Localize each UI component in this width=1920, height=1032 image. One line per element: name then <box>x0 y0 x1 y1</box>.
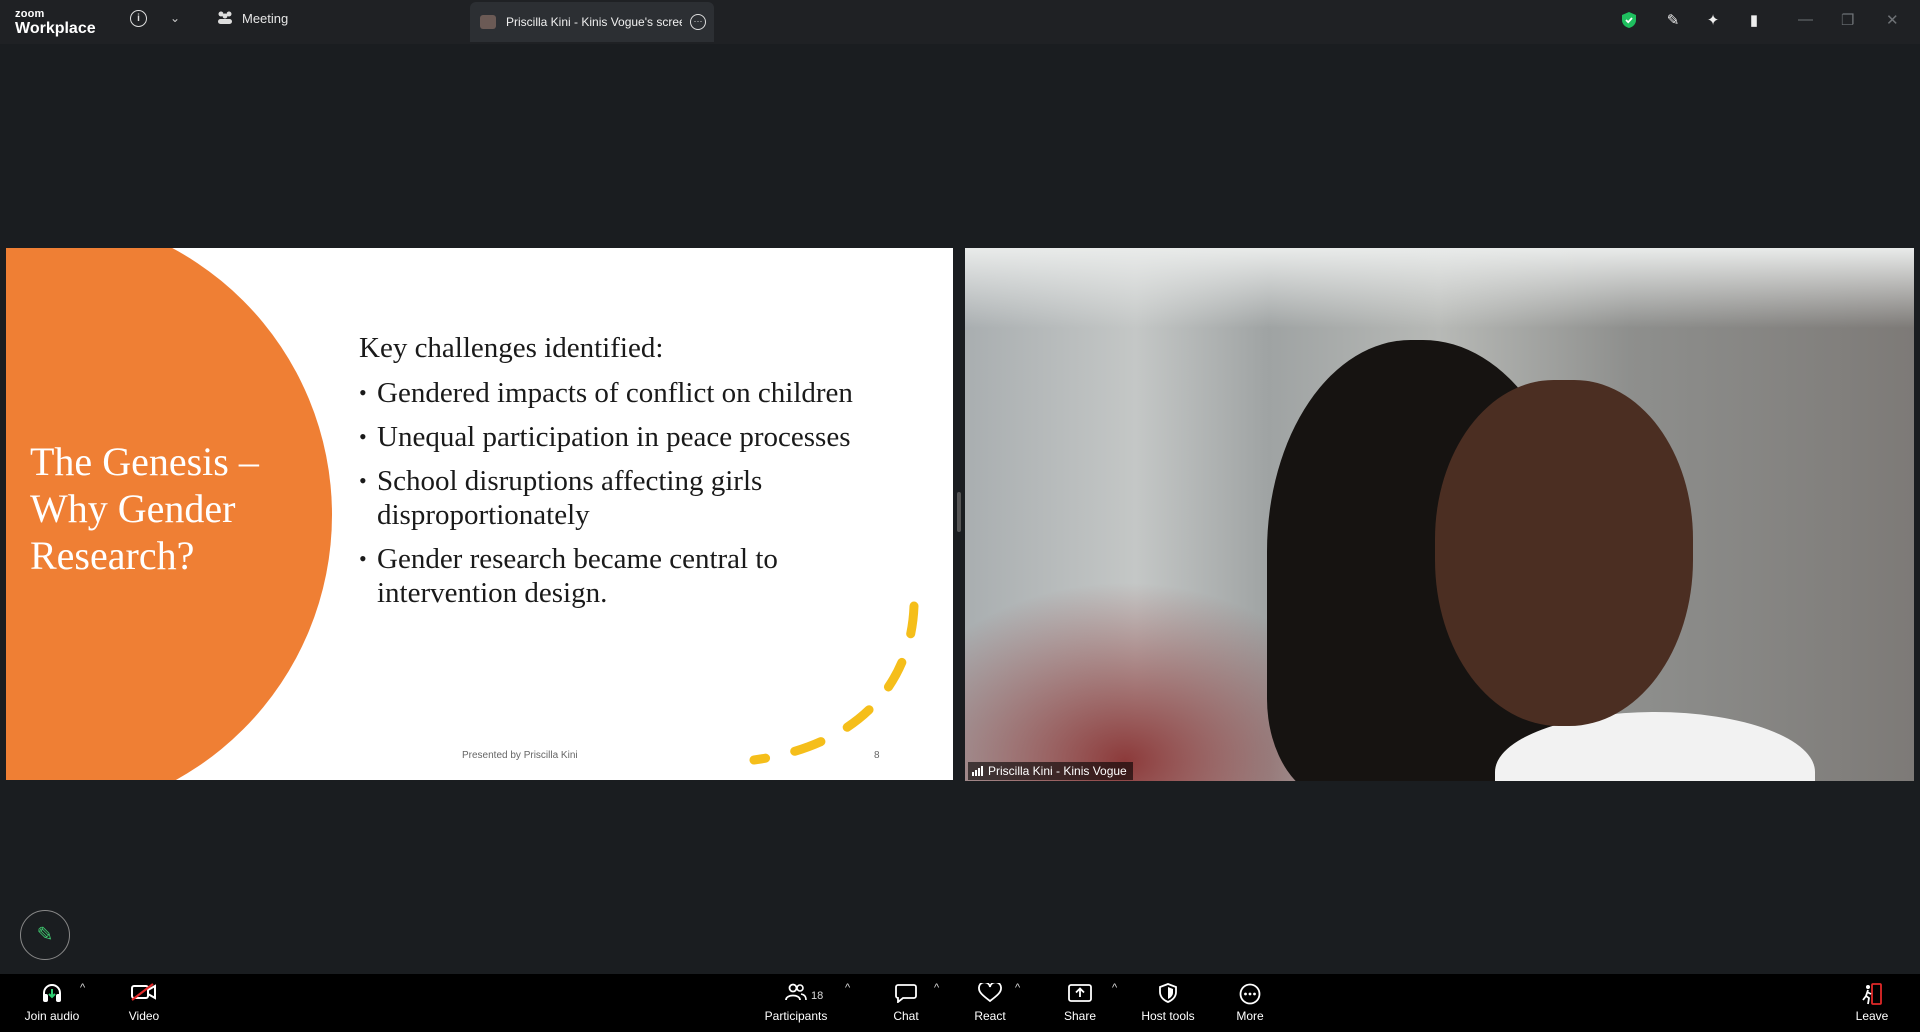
tab-meeting[interactable]: Meeting <box>216 10 288 27</box>
tab-meeting-label: Meeting <box>242 11 289 26</box>
leave-icon <box>1860 983 1884 1005</box>
participant-name: Priscilla Kini - Kinis Vogue <box>988 764 1127 778</box>
more-icon[interactable]: ··· <box>690 14 706 30</box>
chat-icon <box>895 983 917 1005</box>
share-icon <box>1068 983 1092 1005</box>
restore-icon[interactable]: ❐ <box>1841 11 1854 29</box>
zoom-workplace-logo: zoom Workplace <box>15 9 96 37</box>
participants-options-caret[interactable]: ^ <box>845 982 850 994</box>
video-off-icon <box>131 983 157 1005</box>
slide-bullet: Unequal participation in peace processes <box>359 420 919 454</box>
decorative-dashed-arc <box>749 601 919 765</box>
tab-screen-share[interactable]: Priscilla Kini - Kinis Vogue's screen ··… <box>470 2 714 42</box>
slide-bullet-list: Gendered impacts of conflict on children… <box>359 376 919 620</box>
meeting-toolbar: Join audio ^ Video 18 Participants ^ Cha… <box>0 974 1920 1032</box>
exit-icon[interactable]: ▮ <box>1744 11 1764 31</box>
logo-small-text: zoom <box>15 8 45 20</box>
leave-button[interactable]: Leave <box>1852 974 1892 1032</box>
join-audio-label: Join audio <box>24 1009 80 1023</box>
tab-share-label: Priscilla Kini - Kinis Vogue's screen <box>506 15 682 29</box>
more-circle-icon <box>1239 983 1261 1005</box>
meeting-icon <box>216 10 234 27</box>
participants-label: Participants <box>764 1009 828 1023</box>
video-label: Video <box>128 1009 160 1023</box>
close-icon[interactable]: ✕ <box>1886 11 1899 29</box>
pen-icon[interactable]: ✎ <box>1663 11 1683 31</box>
chat-options-caret[interactable]: ^ <box>934 982 939 994</box>
headphones-icon <box>41 983 63 1005</box>
join-audio-button[interactable]: Join audio <box>22 974 82 1032</box>
participants-count: 18 <box>811 990 824 1002</box>
react-label: React <box>974 1009 1006 1023</box>
participant-video-tile[interactable]: Priscilla Kini - Kinis Vogue <box>965 248 1914 781</box>
slide-footer: Presented by Priscilla Kini <box>462 750 578 761</box>
participants-button[interactable]: 18 Participants <box>764 974 828 1032</box>
video-button[interactable]: Video <box>124 974 164 1032</box>
host-tools-label: Host tools <box>1141 1009 1195 1023</box>
participant-name-tag: Priscilla Kini - Kinis Vogue <box>968 762 1133 780</box>
slide-heading: Key challenges identified: <box>359 332 664 364</box>
info-icon[interactable]: i <box>130 10 147 27</box>
participant-face <box>1435 380 1693 726</box>
title-bar: zoom Workplace i ⌄ Meeting Priscilla Kin… <box>0 0 1920 44</box>
participants-icon: 18 <box>785 983 823 1005</box>
minimize-icon[interactable]: — <box>1798 11 1813 28</box>
more-label: More <box>1236 1009 1264 1023</box>
signal-strength-icon <box>972 766 983 776</box>
share-button[interactable]: Share <box>1062 974 1098 1032</box>
slide-title: The Genesis – Why Gender Research? <box>30 439 259 578</box>
slide-bullet: Gendered impacts of conflict on children <box>359 376 919 410</box>
chat-label: Chat <box>893 1009 919 1023</box>
host-tools-icon <box>1158 983 1178 1005</box>
annotate-button[interactable]: ✎ <box>20 910 70 960</box>
annotate-pencil-icon: ✎ <box>36 924 54 946</box>
chevron-down-icon[interactable]: ⌄ <box>170 11 180 25</box>
split-view-handle[interactable] <box>957 492 961 532</box>
more-button[interactable]: More <box>1232 974 1268 1032</box>
react-heart-icon <box>978 981 1002 1005</box>
slide-page-number: 8 <box>874 750 880 761</box>
chat-button[interactable]: Chat <box>888 974 924 1032</box>
react-button[interactable]: React <box>972 974 1008 1032</box>
slide-bullet: School disruptions affecting girls dispr… <box>359 464 919 532</box>
share-label: Share <box>1063 1009 1097 1023</box>
share-options-caret[interactable]: ^ <box>1112 982 1117 994</box>
logo-big-text: Workplace <box>15 20 96 37</box>
leave-label: Leave <box>1855 1009 1889 1023</box>
sparkle-icon[interactable]: ✦ <box>1703 11 1723 31</box>
react-options-caret[interactable]: ^ <box>1015 982 1020 994</box>
shared-screen-slide: The Genesis – Why Gender Research? Key c… <box>6 248 953 780</box>
host-tools-button[interactable]: Host tools <box>1138 974 1198 1032</box>
shield-icon[interactable] <box>1619 11 1639 31</box>
participant-thumbnail <box>480 15 496 29</box>
audio-options-caret[interactable]: ^ <box>80 982 85 994</box>
